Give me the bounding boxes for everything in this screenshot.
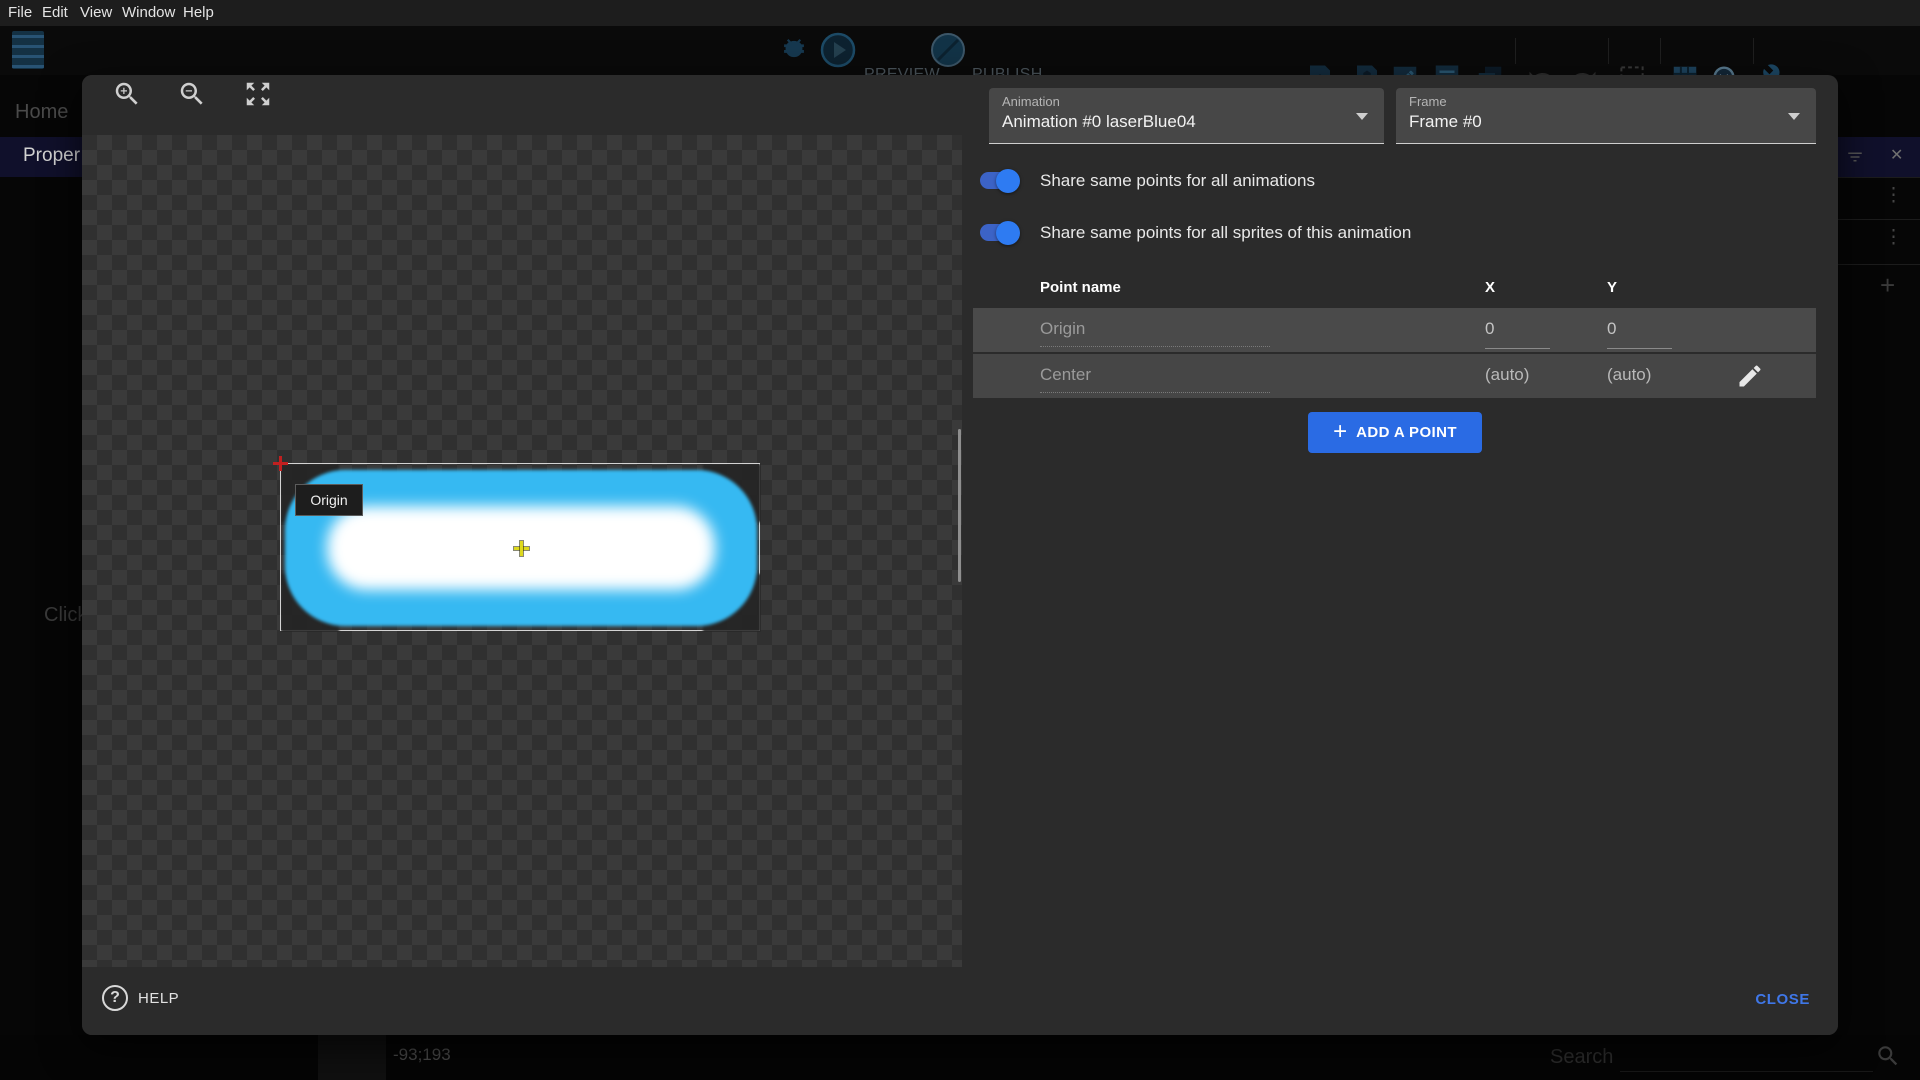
debug-icon[interactable] xyxy=(777,33,811,67)
zoom-in-icon[interactable] xyxy=(112,79,142,109)
chevron-down-icon xyxy=(1356,113,1368,120)
status-bar: -93;193 xyxy=(0,1035,1920,1080)
help-button[interactable]: ? HELP xyxy=(102,985,179,1011)
toolbar-separator xyxy=(1753,38,1754,64)
help-label: HELP xyxy=(138,990,179,1007)
close-panel-icon[interactable]: ✕ xyxy=(1890,145,1903,165)
add-a-point-button[interactable]: + ADD A POINT xyxy=(1308,412,1482,453)
chevron-down-icon xyxy=(1788,113,1800,120)
animation-select[interactable]: Animation Animation #0 laserBlue04 xyxy=(989,88,1384,144)
publish-globe-icon[interactable] xyxy=(930,32,966,68)
properties-panel-title: Proper xyxy=(23,145,80,167)
properties-panel-header-left: Proper xyxy=(0,137,82,177)
point-x-field: (auto) xyxy=(1485,365,1529,385)
help-question-icon: ? xyxy=(102,985,128,1011)
close-button[interactable]: CLOSE xyxy=(1755,991,1810,1008)
properties-panel-header-right: ✕ xyxy=(1838,137,1920,177)
toolbar-separator xyxy=(1660,38,1661,64)
preview-play-icon[interactable] xyxy=(820,32,856,68)
filter-icon[interactable] xyxy=(1846,148,1864,166)
point-y-underline xyxy=(1607,348,1672,349)
add-row-icon[interactable]: + xyxy=(1880,270,1895,301)
cursor-coordinates: -93;193 xyxy=(393,1045,451,1065)
table-row-origin[interactable]: Origin 0 0 xyxy=(973,308,1816,352)
point-x-field[interactable]: 0 xyxy=(1485,319,1494,339)
panel-row-separator xyxy=(1838,219,1920,220)
point-y-field: (auto) xyxy=(1607,365,1651,385)
point-name-field: Center xyxy=(1040,365,1091,385)
status-block xyxy=(318,1035,386,1080)
search-underline xyxy=(1620,1071,1873,1072)
toolbar-separator xyxy=(1608,38,1609,64)
app-window: File Edit View Window Help PREVIEW PUBLI… xyxy=(0,0,1920,1080)
point-x-underline xyxy=(1485,348,1550,349)
frame-select-label: Frame xyxy=(1409,94,1447,109)
points-panel: Animation Animation #0 laserBlue04 Frame… xyxy=(973,75,1816,967)
main-toolbar: PREVIEW PUBLISH xyxy=(0,26,1920,75)
search-input[interactable] xyxy=(1550,1041,1850,1073)
column-header-x: X xyxy=(1485,279,1495,296)
point-name-underline xyxy=(1040,346,1270,347)
menu-edit[interactable]: Edit xyxy=(42,4,68,21)
edit-pencil-icon[interactable] xyxy=(1736,362,1764,390)
menu-window[interactable]: Window xyxy=(122,4,175,21)
background-click-text: Click xyxy=(44,604,87,627)
tab-home[interactable]: Home xyxy=(15,101,68,124)
point-name-field: Origin xyxy=(1040,319,1085,339)
column-header-point-name: Point name xyxy=(1040,279,1121,296)
dialog-bottom-bar: ? HELP CLOSE xyxy=(82,967,1838,1035)
canvas-scrollbar[interactable] xyxy=(958,429,961,582)
sprite-frame[interactable]: Origin xyxy=(280,463,760,631)
canvas-zoom-toolbar xyxy=(82,75,962,135)
more-vert-icon[interactable]: ⋮ xyxy=(1884,186,1903,205)
share-points-all-animations-toggle-thumb[interactable] xyxy=(996,169,1020,193)
menu-file[interactable]: File xyxy=(8,4,32,21)
table-row-center[interactable]: Center (auto) (auto) xyxy=(973,354,1816,398)
frame-select-value: Frame #0 xyxy=(1409,112,1482,132)
menu-bar: File Edit View Window Help xyxy=(0,0,1920,26)
animation-select-value: Animation #0 laserBlue04 xyxy=(1002,112,1196,132)
animation-select-label: Animation xyxy=(1002,94,1060,109)
share-points-all-animations-label: Share same points for all animations xyxy=(1040,171,1315,191)
origin-point-marker[interactable] xyxy=(273,456,288,471)
panel-row-separator xyxy=(1838,177,1920,178)
search-icon[interactable] xyxy=(1875,1043,1901,1069)
fit-to-screen-icon[interactable] xyxy=(243,79,273,109)
points-editor-dialog: Origin Animation Animation #0 laserBlue0… xyxy=(82,75,1838,1035)
plus-icon: + xyxy=(1333,420,1347,444)
point-name-underline xyxy=(1040,392,1270,393)
share-points-all-sprites-label: Share same points for all sprites of thi… xyxy=(1040,223,1411,243)
toolbar-separator xyxy=(1515,38,1516,64)
share-points-all-sprites-toggle-thumb[interactable] xyxy=(996,221,1020,245)
origin-tooltip: Origin xyxy=(295,484,363,516)
zoom-out-icon[interactable] xyxy=(177,79,207,109)
column-header-y: Y xyxy=(1607,279,1617,296)
project-manager-icon[interactable] xyxy=(12,31,44,69)
more-vert-icon[interactable]: ⋮ xyxy=(1884,228,1903,247)
menu-view[interactable]: View xyxy=(80,4,112,21)
frame-select[interactable]: Frame Frame #0 xyxy=(1396,88,1816,144)
panel-row-separator xyxy=(1838,264,1920,265)
center-point-marker[interactable] xyxy=(514,541,529,556)
add-a-point-label: ADD A POINT xyxy=(1356,424,1457,441)
transparency-checkerboard[interactable]: Origin xyxy=(82,135,962,967)
menu-help[interactable]: Help xyxy=(183,4,214,21)
sprite-canvas-zone: Origin xyxy=(82,75,962,967)
point-y-field[interactable]: 0 xyxy=(1607,319,1616,339)
